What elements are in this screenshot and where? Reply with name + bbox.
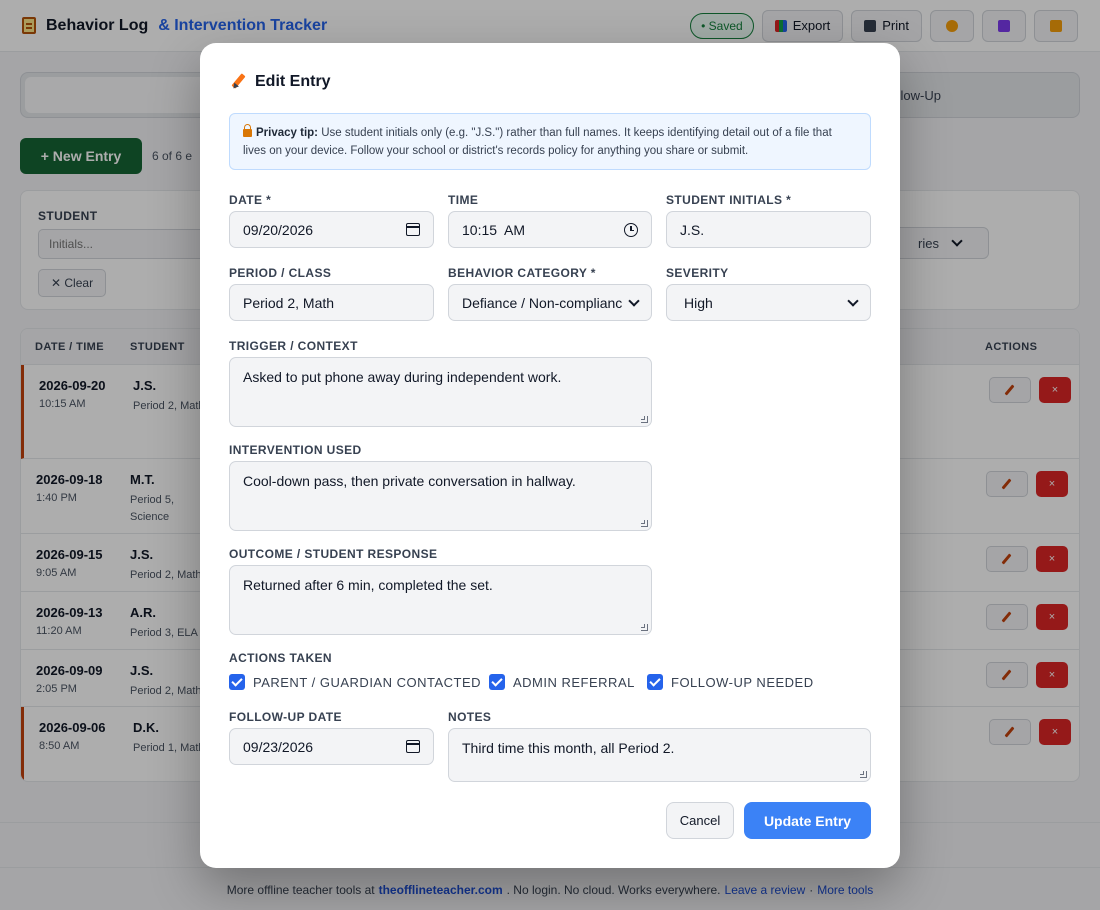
trigger-label: TRIGGER / CONTEXT (229, 339, 358, 353)
category-value: Defiance / Non-complianc (462, 294, 623, 311)
actions-taken-label: ACTIONS TAKEN (229, 651, 332, 665)
parent-contacted-checkbox[interactable]: PARENT / GUARDIAN CONTACTED (229, 674, 481, 690)
calendar-icon[interactable] (406, 740, 420, 753)
resize-grip-icon[interactable] (641, 624, 648, 631)
modal-title-text: Edit Entry (255, 73, 331, 90)
follow-up-needed-label: FOLLOW-UP NEEDED (671, 674, 814, 690)
notes-value: Third time this month, all Period 2. (462, 740, 675, 756)
cancel-button[interactable]: Cancel (666, 802, 734, 839)
severity-value: High (684, 294, 713, 311)
outcome-value: Returned after 6 min, completed the set. (243, 577, 493, 593)
time-value: 10:15 AM (462, 221, 526, 238)
outcome-textarea[interactable]: Returned after 6 min, completed the set. (229, 565, 652, 635)
notes-textarea[interactable]: Third time this month, all Period 2. (448, 728, 871, 782)
checkbox-checked-icon[interactable] (489, 674, 505, 690)
time-input[interactable]: 10:15 AM (448, 211, 652, 248)
follow-up-date-input[interactable]: 09/23/2026 (229, 728, 434, 765)
checkbox-checked-icon[interactable] (647, 674, 663, 690)
privacy-tip-title: Privacy tip: (256, 127, 318, 139)
date-label: DATE * (229, 193, 272, 207)
intervention-value: Cool-down pass, then private conversatio… (243, 473, 576, 489)
severity-select[interactable]: High (666, 284, 871, 321)
intervention-textarea[interactable]: Cool-down pass, then private conversatio… (229, 461, 652, 531)
initials-label: STUDENT INITIALS * (666, 193, 792, 207)
clock-icon[interactable] (624, 222, 638, 237)
date-input[interactable]: 09/20/2026 (229, 211, 434, 248)
severity-label: SEVERITY (666, 266, 729, 280)
update-entry-button[interactable]: Update Entry (744, 802, 871, 839)
intervention-label: INTERVENTION USED (229, 443, 362, 457)
follow-up-needed-checkbox[interactable]: FOLLOW-UP NEEDED (647, 674, 814, 690)
period-value: Period 2, Math (243, 294, 335, 311)
resize-grip-icon[interactable] (860, 771, 867, 778)
admin-referral-checkbox[interactable]: ADMIN REFERRAL (489, 674, 635, 690)
trigger-textarea[interactable]: Asked to put phone away during independe… (229, 357, 652, 427)
privacy-tip-text: Use student initials only (e.g. "J.S.") … (243, 127, 832, 157)
period-label: PERIOD / CLASS (229, 266, 332, 280)
behavior-category-select[interactable]: Defiance / Non-complianc (448, 284, 652, 321)
date-value: 09/20/2026 (243, 221, 314, 238)
outcome-label: OUTCOME / STUDENT RESPONSE (229, 547, 438, 561)
modal-title: Edit Entry (229, 73, 331, 91)
pencil-icon (229, 73, 247, 91)
resize-grip-icon[interactable] (641, 416, 648, 423)
follow-up-date-value: 09/23/2026 (243, 738, 314, 755)
student-initials-input[interactable]: J.S. (666, 211, 871, 248)
initials-value: J.S. (680, 221, 705, 238)
admin-referral-label: ADMIN REFERRAL (513, 674, 635, 690)
privacy-tip: Privacy tip: Use student initials only (… (229, 113, 871, 170)
trigger-value: Asked to put phone away during independe… (243, 369, 562, 385)
checkbox-checked-icon[interactable] (229, 674, 245, 690)
resize-grip-icon[interactable] (641, 520, 648, 527)
edit-entry-modal: Edit Entry Privacy tip: Use student init… (200, 43, 900, 868)
parent-contacted-label: PARENT / GUARDIAN CONTACTED (253, 674, 482, 690)
lock-icon (243, 124, 252, 137)
time-label: TIME (448, 193, 479, 207)
category-label: BEHAVIOR CATEGORY * (448, 266, 596, 280)
notes-label: NOTES (448, 710, 492, 724)
calendar-icon[interactable] (406, 223, 420, 236)
chevron-down-icon (628, 294, 640, 307)
chevron-down-icon (847, 294, 859, 307)
follow-up-date-label: FOLLOW-UP DATE (229, 710, 342, 724)
period-class-input[interactable]: Period 2, Math (229, 284, 434, 321)
